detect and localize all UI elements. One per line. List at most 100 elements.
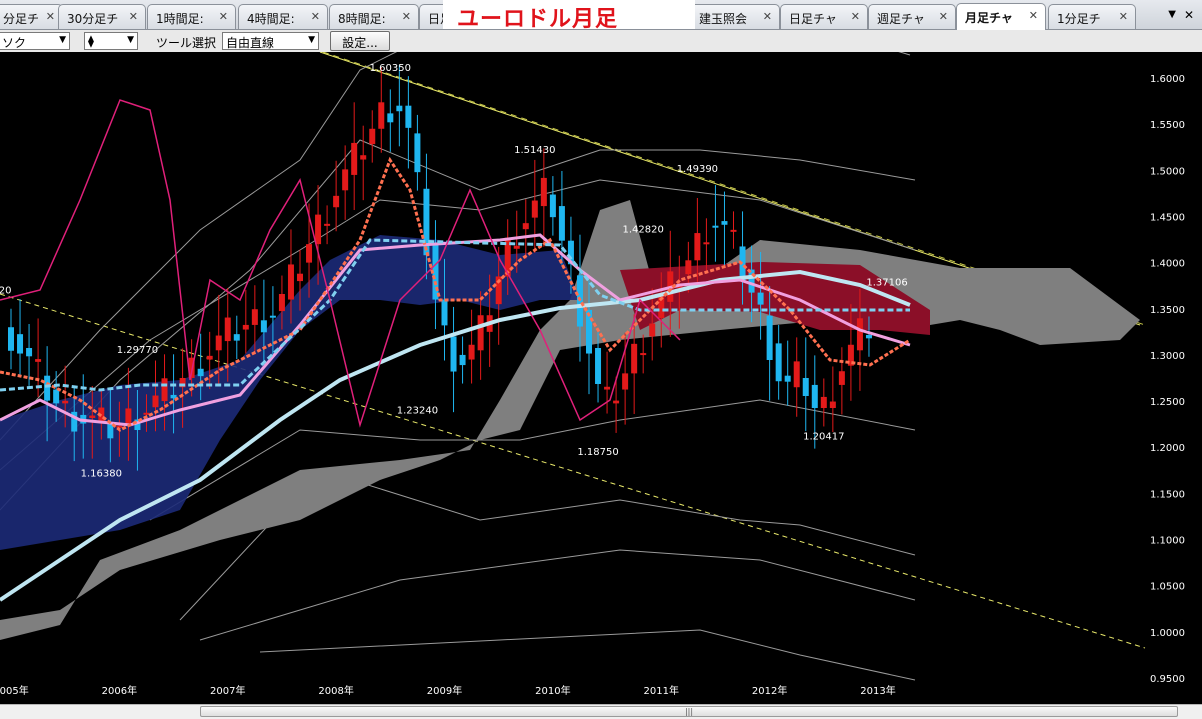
close-icon[interactable]: ✕	[219, 10, 228, 23]
candle-body	[89, 415, 96, 418]
candle-body	[613, 400, 620, 404]
candle-body	[152, 395, 159, 408]
candle-body	[513, 245, 520, 249]
candle-body	[351, 142, 358, 175]
tab-1hour-chart[interactable]: 1時間足: ✕	[147, 4, 236, 29]
price-annotation: 1.18750	[577, 447, 618, 458]
horizontal-scrollbar[interactable]: |||	[0, 704, 1202, 719]
y-tick-label: 1.6000	[1150, 74, 1185, 85]
settings-button[interactable]: 設定...	[330, 31, 390, 51]
candle-body	[459, 354, 466, 366]
dropdown-arrow-icon: ▼	[127, 35, 134, 45]
candle-body	[26, 348, 33, 357]
candle-body	[640, 353, 647, 356]
candle-body	[622, 373, 629, 390]
y-tick-label: 1.5500	[1150, 120, 1185, 131]
candle-body	[17, 334, 24, 354]
price-annotation: 1.60350	[370, 63, 411, 74]
tab-30min-chart[interactable]: 30分足チ ✕	[58, 4, 146, 29]
close-icon[interactable]: ✕	[46, 10, 55, 23]
candle-type-select[interactable]: ⧫ ▼	[84, 32, 138, 50]
tab-position-inquiry[interactable]: 建玉照会 ✕	[690, 4, 780, 29]
candle-body	[324, 223, 331, 226]
tab-weekly-chart[interactable]: 週足チャ ✕	[868, 4, 956, 29]
close-icon[interactable]: ✕	[851, 10, 860, 23]
candle-body	[62, 400, 69, 404]
price-annotation: 1.20417	[803, 431, 844, 442]
y-tick-label: 1.2500	[1150, 397, 1185, 408]
tab-monthly-chart[interactable]: 月足チャ ✕	[956, 3, 1046, 30]
candle-body	[260, 320, 267, 333]
candle-body	[856, 318, 863, 351]
candle-body	[775, 343, 782, 382]
close-icon[interactable]: ✕	[1184, 8, 1194, 22]
close-icon[interactable]: ✕	[311, 10, 320, 23]
x-tick-label: 2009年	[427, 684, 462, 697]
candle-body	[53, 389, 60, 404]
candle-body	[287, 264, 294, 300]
tab-8hour-chart[interactable]: 8時間足: ✕	[329, 4, 419, 29]
y-tick-label: 1.4500	[1150, 212, 1185, 223]
candle-body	[793, 361, 800, 388]
candle-body	[44, 375, 51, 401]
candle-body	[631, 343, 638, 374]
y-tick-label: 1.3500	[1150, 305, 1185, 316]
close-icon[interactable]: ✕	[402, 10, 411, 23]
candle-body	[558, 206, 565, 241]
y-tick-label: 0.9500	[1150, 674, 1185, 685]
candle-body	[829, 401, 836, 408]
chart-style-select[interactable]: ソク ▼	[0, 32, 70, 50]
y-tick-label: 1.2000	[1150, 443, 1185, 454]
chart-window: 分足チ ✕ 30分足チ ✕ 1時間足: ✕ 4時間足: ✕ 8時間足: ✕ 日足 建玉照会…	[0, 0, 1202, 719]
y-tick-label: 1.0000	[1150, 628, 1185, 639]
candle-body	[116, 425, 123, 428]
candle-body	[784, 375, 791, 382]
candle-body	[8, 327, 14, 351]
candle-body	[450, 336, 457, 372]
candle-body	[396, 105, 403, 112]
candle-body	[360, 155, 367, 160]
x-tick-label: 2007年	[210, 684, 245, 697]
price-annotation: 1.42820	[623, 225, 664, 236]
tab-1min-chart[interactable]: 1分足チ ✕	[1048, 4, 1136, 29]
x-tick-label: 2012年	[752, 684, 787, 697]
y-tick-label: 1.3000	[1150, 351, 1185, 362]
tab-4hour-chart[interactable]: 4時間足: ✕	[238, 4, 328, 29]
price-annotation: 1.51430	[514, 145, 555, 156]
candle-body	[820, 396, 827, 408]
tab-daily-chart[interactable]: 日足チャ ✕	[780, 4, 868, 29]
toolbar: ソク ▼ ⧫ ▼ ツール選択 自由直線 ▼ 設定...	[0, 30, 1202, 53]
close-icon[interactable]: ✕	[763, 10, 772, 23]
candle-body	[522, 223, 529, 230]
candlestick-chart[interactable]: 1.6000 1.5500 1.5000 1.4500 1.4000 1.3500 1.30…	[0, 52, 1202, 704]
candle-body	[838, 371, 845, 385]
price-annotation: 1.29770	[117, 345, 158, 356]
candle-body	[251, 309, 258, 325]
close-icon[interactable]: ✕	[1119, 10, 1128, 23]
candle-body	[306, 244, 313, 263]
candle-body	[269, 315, 276, 318]
x-tick-label: 2010年	[535, 684, 570, 697]
tab-minute-chart[interactable]: 分足チ ✕	[0, 4, 63, 29]
tab-bar: 分足チ ✕ 30分足チ ✕ 1時間足: ✕ 4時間足: ✕ 8時間足: ✕ 日足 建玉照会…	[0, 0, 1202, 32]
close-icon[interactable]: ✕	[939, 10, 948, 23]
tab-scroll-icon[interactable]: ▼	[1168, 9, 1176, 20]
tool-select[interactable]: 自由直線 ▼	[222, 32, 319, 50]
envelope-line	[199, 549, 916, 641]
candle-body	[531, 200, 538, 218]
candle-body	[441, 299, 448, 326]
candle-body	[107, 424, 114, 439]
candle-body	[721, 221, 728, 225]
candle-body	[405, 105, 412, 128]
candle-body	[811, 384, 818, 408]
candle-body	[468, 344, 475, 360]
scrollbar-thumb[interactable]: |||	[200, 706, 1178, 717]
chart-area[interactable]: 1.6000 1.5500 1.5000 1.4500 1.4000 1.3500 1.30…	[0, 52, 1202, 704]
close-icon[interactable]: ✕	[129, 10, 138, 23]
candle-body	[865, 334, 872, 339]
candle-body	[369, 128, 376, 145]
candle-body	[595, 348, 602, 384]
candle-body	[604, 386, 611, 390]
close-icon[interactable]: ✕	[1029, 9, 1038, 22]
candle-body	[549, 194, 556, 218]
